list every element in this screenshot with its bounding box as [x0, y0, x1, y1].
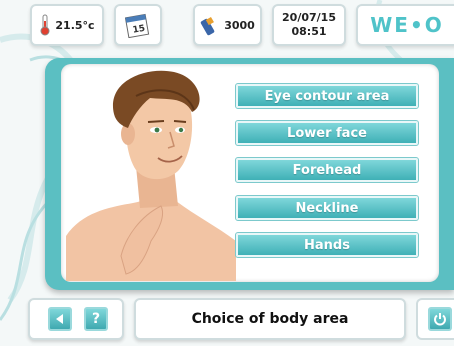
calendar-tile: 15 [114, 4, 162, 46]
help-button[interactable]: ? [84, 307, 108, 331]
handpiece-icon [200, 16, 215, 36]
area-button-lower-face[interactable]: Lower face [235, 120, 419, 146]
page-title: Choice of body area [134, 298, 406, 340]
area-button-forehead[interactable]: Forehead [235, 157, 419, 183]
power-icon [434, 313, 446, 326]
thermometer-icon [40, 14, 50, 36]
area-button-neckline[interactable]: Neckline [235, 195, 419, 221]
back-button[interactable] [48, 307, 72, 331]
datetime-tile: 20/07/15 08:51 [272, 4, 346, 46]
counter-value: 3000 [224, 18, 255, 32]
help-label: ? [91, 311, 101, 327]
area-button-hands[interactable]: Hands [235, 232, 419, 258]
date-value: 20/07/15 [282, 11, 336, 24]
brand-logo: WE•O [356, 4, 454, 46]
temperature-value: 21.5°c [55, 18, 95, 32]
power-button[interactable] [428, 307, 452, 331]
back-icon [56, 314, 63, 324]
man-illustration [66, 70, 236, 281]
temperature-tile: 21.5°c [30, 4, 104, 46]
counter-tile: 3000 [193, 4, 262, 46]
nav-controls: ? [28, 298, 124, 340]
time-value: 08:51 [291, 25, 327, 38]
area-button-eye-contour[interactable]: Eye contour area [235, 83, 419, 109]
calendar-icon: 15 [125, 13, 150, 38]
logo-text: WE•O [370, 13, 444, 37]
power-tile [416, 298, 454, 340]
